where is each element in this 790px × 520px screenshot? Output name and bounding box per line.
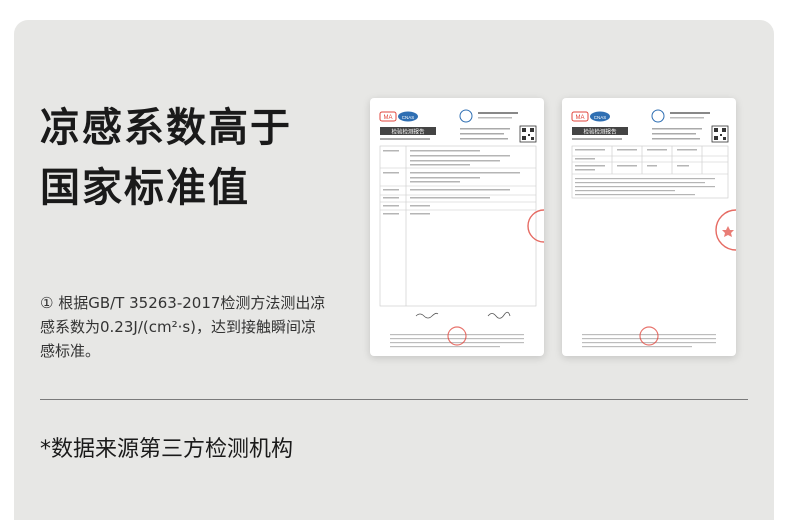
seal-star-icon xyxy=(722,226,734,237)
test-report-image-2: MA CNAS 检验检测报告 xyxy=(562,98,736,356)
lab-logo xyxy=(459,109,473,123)
headline: 凉感系数高于 国家标准值 xyxy=(40,98,292,218)
headline-line-1: 凉感系数高于 xyxy=(40,105,292,151)
test-report-1-graphic: MA CNAS 检验检测报告 xyxy=(379,109,544,348)
cnas-logo-text: CNAS xyxy=(402,115,415,120)
signature-2 xyxy=(487,311,511,319)
signature-1 xyxy=(415,312,439,319)
lab-logo xyxy=(651,109,665,123)
ma-logo-text: MA xyxy=(576,115,585,121)
qr-code-icon xyxy=(711,125,729,143)
ma-logo-text: MA xyxy=(384,115,393,121)
cnas-logo-text: CNAS xyxy=(594,115,607,120)
headline-line-2: 国家标准值 xyxy=(40,165,250,211)
report-title: 检验检测报告 xyxy=(583,128,617,136)
report-table xyxy=(379,145,537,307)
qr-code-icon xyxy=(519,125,537,143)
test-report-image-1: MA CNAS 检验检测报告 xyxy=(370,98,544,356)
product-feature-card: 凉感系数高于 国家标准值 ① 根据GB/T 35263-2017检测方法测出凉感… xyxy=(14,20,774,520)
test-report-2-graphic: MA CNAS 检验检测报告 xyxy=(571,109,736,348)
section-divider xyxy=(40,399,748,400)
report-title: 检验检测报告 xyxy=(391,128,425,136)
test-method-description: ① 根据GB/T 35263-2017检测方法测出凉感系数为0.23J/(cm²… xyxy=(40,294,326,360)
data-source-note: *数据来源第三方检测机构 xyxy=(40,437,294,462)
